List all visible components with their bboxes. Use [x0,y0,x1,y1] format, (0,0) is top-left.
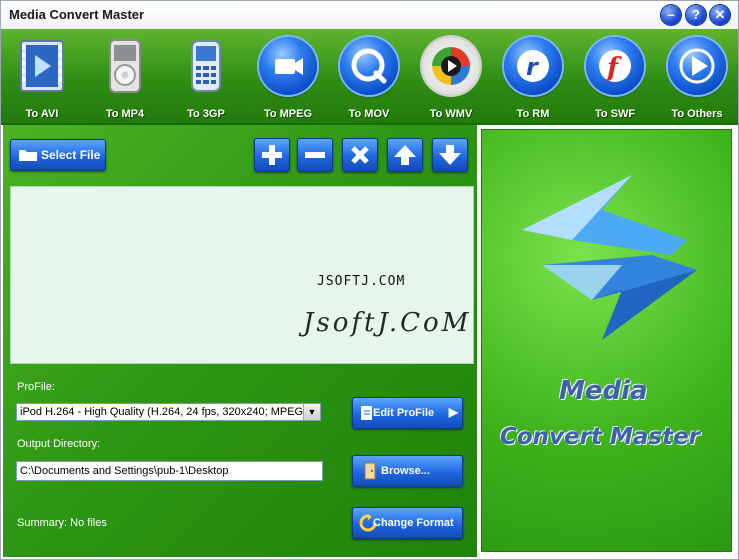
to-avi-button[interactable]: To AVI [3,33,81,121]
quicktime-icon [340,37,398,95]
mobile-phone-icon [191,40,221,92]
profile-select[interactable]: iPod H.264 - High Quality (H.264, 24 fps… [16,403,321,421]
to-mp4-button[interactable]: To MP4 [86,33,164,121]
brand-panel: Media Convert Master [481,129,732,552]
to-mov-label: To MOV [348,108,390,120]
video-camera-icon [259,37,317,95]
to-mpeg-button[interactable]: To MPEG [249,33,327,121]
clear-list-button[interactable] [342,138,378,172]
to-mpeg-label: To MPEG [263,108,313,120]
summary-text: Summary: No files [17,517,107,529]
help-button[interactable]: ? [686,5,706,25]
window-title: Media Convert Master [9,7,145,22]
file-panel: Select File JSOFTJ.COM JsoftJ.CoM ProFil… [3,125,477,557]
edit-profile-button[interactable]: Edit ProFile ▶ [352,397,463,429]
brand-line-2: Convert Master [500,424,701,450]
dropdown-arrow-icon[interactable]: ▼ [303,404,320,420]
to-rm-label: To RM [516,108,550,120]
select-file-label: Select File [41,148,101,162]
to-swf-button[interactable]: f To SWF [576,33,654,121]
to-others-label: To Others [671,108,723,120]
arrow-up-icon [394,145,416,165]
close-button[interactable]: ✕ [710,5,730,25]
file-list[interactable]: JSOFTJ.COM JsoftJ.CoM [10,186,474,364]
real-media-icon: r [504,37,562,95]
chevron-right-icon: ▶ [448,405,458,419]
to-avi-label: To AVI [25,108,59,120]
mp4-player-icon [109,39,141,93]
profile-label: ProFile: [17,381,55,393]
app-logo-icon [522,175,697,340]
to-wmv-label: To WMV [429,108,473,120]
plus-icon [262,145,282,165]
film-icon [20,40,64,92]
output-directory-input[interactable]: C:\Documents and Settings\pub-1\Desktop [16,461,323,481]
edit-profile-label: Edit ProFile [373,407,435,419]
to-wmv-button[interactable]: To WMV [412,33,490,121]
remove-file-button[interactable] [297,138,333,172]
arrow-down-icon [439,145,461,165]
to-3gp-button[interactable]: To 3GP [167,33,245,121]
select-file-button[interactable]: Select File [10,139,106,171]
folder-icon [19,150,37,161]
main-window: Media Convert Master – ? ✕ To AVI To MP4 [0,0,739,560]
title-bar: Media Convert Master – ? ✕ [1,1,738,29]
brand-line-1: Media [559,376,648,406]
profile-value: iPod H.264 - High Quality (H.264, 24 fps… [20,406,310,418]
to-swf-label: To SWF [594,108,636,120]
play-icon [668,37,726,95]
door-icon [364,462,376,480]
to-others-button[interactable]: To Others [658,33,736,121]
browse-button[interactable]: Browse... [352,455,463,487]
to-mov-button[interactable]: To MOV [330,33,408,121]
watermark-small: JSOFTJ.COM [317,274,406,289]
watermark-large: JsoftJ.CoM [303,308,472,338]
change-format-label: Change Format [373,517,454,529]
move-down-button[interactable] [432,138,468,172]
to-mp4-label: To MP4 [105,108,145,120]
change-format-button[interactable]: Change Format [352,507,463,539]
to-3gp-label: To 3GP [187,108,225,120]
browse-label: Browse... [381,465,430,477]
output-directory-label: Output Directory: [17,438,101,450]
move-up-button[interactable] [387,138,423,172]
flash-icon: f [586,37,644,95]
x-icon [351,146,369,164]
minus-icon [305,152,325,158]
minimize-button[interactable]: – [661,5,681,25]
to-rm-button[interactable]: r To RM [494,33,572,121]
add-file-button[interactable] [254,138,290,172]
format-toolbar: To AVI To MP4 To 3GP To MPEG To MOV To W… [1,29,738,125]
windows-media-icon [422,37,480,95]
